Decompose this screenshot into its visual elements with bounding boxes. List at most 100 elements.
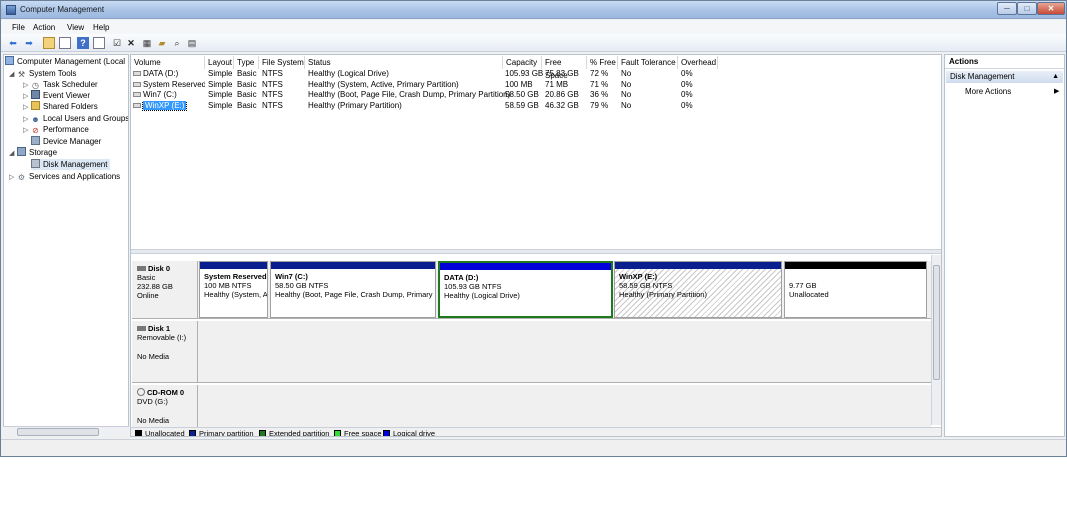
free-space-cell: 75.83 GB	[545, 69, 579, 78]
actions-section-disk-management[interactable]: Disk Management ▲	[946, 71, 1063, 83]
properties-icon[interactable]: ▦	[141, 37, 153, 49]
menu-file[interactable]: File	[12, 23, 25, 32]
disk-0-info[interactable]: Disk 0 Basic 232.88 GB Online	[132, 261, 198, 319]
disk-1-type: Removable (I:)	[137, 333, 187, 342]
capacity-cell: 58.50 GB	[505, 90, 539, 99]
status-cell: Healthy (Primary Partition)	[308, 101, 402, 110]
expand-arrow-icon[interactable]: ▷	[23, 125, 31, 136]
file-system-cell: NTFS	[262, 69, 283, 78]
tree-item-local-users-and-groups[interactable]: ▷ ☻ Local Users and Groups	[23, 113, 128, 124]
partition-type-bar	[785, 262, 926, 269]
minimize-button[interactable]: ─	[997, 2, 1017, 15]
tree-item-storage[interactable]: ◢ Storage	[9, 147, 57, 158]
disk-1-state: No Media	[137, 352, 170, 361]
more-actions-item[interactable]: More Actions	[965, 87, 1011, 96]
removable-disk-icon	[137, 326, 146, 331]
status-cell: Healthy (Logical Drive)	[308, 69, 389, 78]
submenu-arrow-icon: ▶	[1054, 88, 1060, 95]
expand-arrow-icon[interactable]: ◢	[9, 148, 17, 159]
tree-item-task-scheduler[interactable]: ▷ ◷ Task Scheduler	[23, 79, 98, 90]
column-header-layout[interactable]: Layout	[205, 56, 234, 69]
legend-label-extended: Extended partition	[269, 429, 330, 437]
partition-system-reserved[interactable]: System Reserved 100 MB NTFS Healthy (Syste…	[199, 261, 268, 318]
collapse-arrow-icon[interactable]: ▲	[1052, 71, 1059, 83]
cdrom-0-info[interactable]: CD-ROM 0 DVD (G:) No Media	[132, 385, 198, 427]
check-disk-icon[interactable]: ☑	[111, 37, 123, 49]
column-header-type[interactable]: Type	[234, 56, 259, 69]
partition-type-bar	[440, 263, 611, 270]
tree-item-shared-folders[interactable]: ▷ Shared Folders	[23, 101, 98, 112]
partition-data[interactable]: DATA (D:) 105.93 GB NTFS Healthy (Logical …	[438, 261, 613, 318]
maximize-button[interactable]: □	[1017, 2, 1037, 15]
drive-icon	[133, 103, 141, 108]
menu-action[interactable]: Action	[33, 23, 55, 32]
drive-icon	[133, 71, 141, 76]
column-header-file-system[interactable]: File System	[259, 56, 305, 69]
tree-item-computer-management[interactable]: Computer Management (Local	[5, 56, 125, 67]
show-pane-icon[interactable]	[93, 37, 105, 49]
column-header-free-space[interactable]: Free Space	[542, 56, 587, 80]
type-cell: Basic	[237, 101, 257, 110]
help-icon[interactable]: ?	[77, 37, 89, 49]
expand-arrow-icon[interactable]: ▷	[23, 102, 31, 113]
clock-icon: ◷	[32, 81, 39, 90]
layout-cell: Simple	[208, 101, 233, 110]
scrollbar-thumb[interactable]	[933, 265, 940, 380]
disk-1-info[interactable]: Disk 1 Removable (I:) No Media	[132, 321, 198, 383]
tree-item-system-tools[interactable]: ◢ ⚒ System Tools	[9, 68, 76, 79]
expand-arrow-icon[interactable]: ◢	[9, 69, 17, 80]
close-button[interactable]: ✕	[1037, 2, 1065, 15]
partition-unallocated[interactable]: 9.77 GB Unallocated	[784, 261, 927, 318]
event-viewer-icon	[31, 90, 40, 99]
tree-item-device-manager[interactable]: Device Manager	[31, 136, 101, 147]
menu-help[interactable]: Help	[93, 23, 109, 32]
show-tree-icon[interactable]	[59, 37, 71, 49]
column-header-status[interactable]: Status	[305, 56, 503, 69]
tree-item-event-viewer[interactable]: ▷ Event Viewer	[23, 90, 90, 101]
legend-label-primary: Primary partition	[199, 429, 254, 437]
tree-horizontal-scrollbar[interactable]	[3, 426, 129, 437]
scrollbar-thumb[interactable]	[17, 428, 99, 436]
capacity-cell: 105.93 GB	[505, 69, 544, 78]
pane-splitter[interactable]	[131, 249, 941, 254]
overhead-cell: 0%	[681, 90, 693, 99]
expand-arrow-icon[interactable]: ▷	[9, 172, 17, 183]
layout-cell: Simple	[208, 80, 233, 89]
column-header-fault-tolerance[interactable]: Fault Tolerance	[618, 56, 678, 69]
status-bar	[1, 439, 1066, 456]
free-space-cell: 20.86 GB	[545, 90, 579, 99]
fault-tolerance-cell: No	[621, 101, 632, 110]
disk-management-pane: Volume Layout Type File System Status Ca…	[130, 54, 942, 437]
delete-icon[interactable]: ✕	[125, 37, 137, 49]
tree-item-disk-management[interactable]: Disk Management	[31, 159, 111, 170]
column-header-capacity[interactable]: Capacity	[503, 56, 542, 69]
column-header-percent-free[interactable]: % Free	[587, 56, 618, 69]
tree-item-services-and-applications[interactable]: ▷ ⚙ Services and Applications	[9, 171, 120, 182]
column-header-volume[interactable]: Volume	[131, 56, 205, 69]
toolbar: ⬅ ➡ ? ☑ ✕ ▦ ▰ ⌕ ▤	[1, 34, 1066, 52]
actions-pane: Actions Disk Management ▲ More Actions ▶	[944, 54, 1065, 437]
search-icon[interactable]: ⌕	[171, 37, 183, 49]
back-arrow-icon[interactable]: ⬅	[7, 37, 19, 49]
menu-view[interactable]: View	[67, 23, 84, 32]
column-header-overhead[interactable]: Overhead	[678, 56, 718, 69]
capacity-cell: 100 MB	[505, 80, 533, 89]
cdrom-0-area	[198, 385, 931, 427]
partition-win7[interactable]: Win7 (C:) 58.50 GB NTFS Healthy (Boot, Pag…	[270, 261, 436, 318]
graphical-view-vertical-scrollbar[interactable]	[931, 255, 941, 425]
export-list-icon[interactable]: ▤	[186, 37, 198, 49]
disk-0-partitions: System Reserved 100 MB NTFS Healthy (Syste…	[198, 261, 931, 319]
volume-cell: DATA (D:)	[133, 69, 205, 79]
percent-free-cell: 79 %	[590, 101, 609, 110]
partition-winxp[interactable]: WinXP (E:) 58.59 GB NTFS Healthy (Primary …	[614, 261, 782, 318]
up-folder-icon[interactable]	[43, 37, 55, 49]
open-folder-icon[interactable]: ▰	[156, 37, 168, 49]
legend-swatch-free-space	[334, 430, 341, 436]
forward-arrow-icon[interactable]: ➡	[23, 37, 35, 49]
free-space-cell: 46.32 GB	[545, 101, 579, 110]
title-bar[interactable]: Computer Management ─ □ ✕	[1, 1, 1066, 19]
app-icon	[6, 5, 16, 15]
tree-item-performance[interactable]: ▷ ⊘ Performance	[23, 124, 89, 135]
navigation-tree: Computer Management (Local ◢ ⚒ System Tool…	[3, 54, 129, 437]
legend-swatch-primary	[189, 430, 196, 436]
